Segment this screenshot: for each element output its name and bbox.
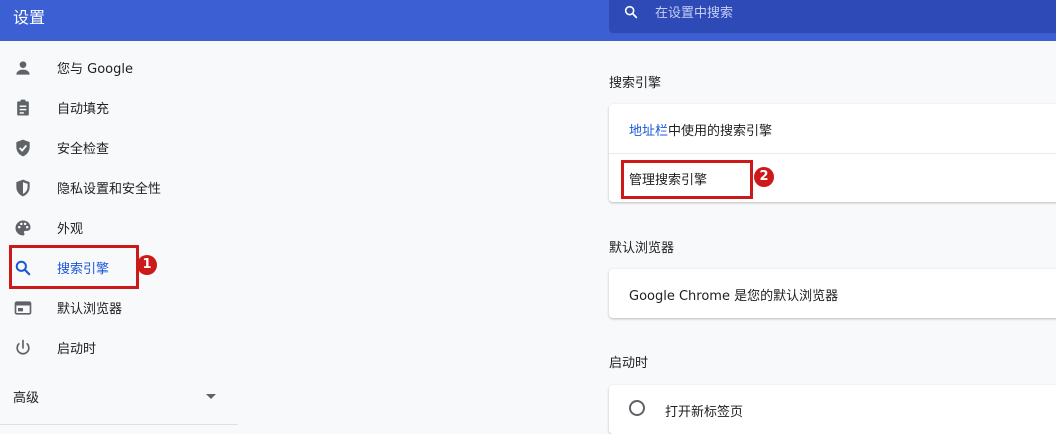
section-title-on-startup: 启动时 — [609, 356, 649, 371]
page-title: 设置 — [13, 8, 46, 27]
power-icon — [16, 339, 30, 355]
shield-check-icon — [16, 139, 30, 157]
address-bar-search-engine-row: 地址栏中使用的搜索引擎 — [609, 104, 1056, 153]
sidebar-item-appearance[interactable]: 外观 — [0, 208, 240, 248]
step-badge-2: 2 — [754, 167, 774, 187]
highlight-box-search-engine — [9, 245, 139, 289]
section-title-default-browser: 默认浏览器 — [609, 241, 675, 256]
advanced-label: 高级 — [13, 391, 40, 406]
sidebar: 您与 Google 自动填充 安全检查 隐私设置和安全性 外观 搜索引擎 默认浏… — [0, 41, 240, 426]
sidebar-item-label: 默认浏览器 — [57, 302, 123, 317]
search-input[interactable] — [655, 0, 1035, 26]
browser-window-icon — [14, 301, 32, 315]
sidebar-item-on-startup[interactable]: 启动时 — [0, 328, 240, 368]
address-bar-suffix: 中使用的搜索引擎 — [668, 124, 773, 139]
highlight-box-manage-search-engines — [621, 160, 753, 199]
sidebar-item-you-and-google[interactable]: 您与 Google — [0, 48, 240, 88]
advanced-toggle[interactable]: 高级 — [0, 377, 240, 417]
sidebar-item-default-browser[interactable]: 默认浏览器 — [0, 288, 240, 328]
sidebar-item-label: 您与 Google — [57, 62, 133, 77]
startup-option-new-tab[interactable]: 打开新标签页 — [609, 385, 1056, 434]
sidebar-item-autofill[interactable]: 自动填充 — [0, 88, 240, 128]
card-default-browser: Google Chrome 是您的默认浏览器 — [609, 269, 1056, 318]
sidebar-item-safety-check[interactable]: 安全检查 — [0, 128, 240, 168]
chevron-down-icon — [206, 394, 216, 399]
app-header: 设置 — [0, 0, 1056, 41]
card-on-startup: 打开新标签页 — [609, 385, 1056, 434]
person-icon — [16, 61, 30, 75]
palette-icon — [15, 220, 31, 236]
sidebar-item-label: 安全检查 — [57, 142, 110, 157]
default-browser-row: Google Chrome 是您的默认浏览器 — [609, 269, 1056, 318]
sidebar-item-label: 隐私设置和安全性 — [57, 182, 162, 197]
section-title-search-engine: 搜索引擎 — [609, 76, 662, 91]
radio-button[interactable] — [629, 400, 645, 416]
sidebar-item-privacy[interactable]: 隐私设置和安全性 — [0, 168, 240, 208]
default-browser-status: Google Chrome 是您的默认浏览器 — [629, 289, 839, 304]
startup-option-label: 打开新标签页 — [665, 405, 744, 420]
clipboard-icon — [17, 99, 29, 116]
search-icon — [624, 5, 638, 19]
step-badge-1: 1 — [137, 255, 157, 275]
sidebar-item-label: 自动填充 — [57, 102, 110, 117]
search-bar[interactable] — [609, 0, 1056, 33]
sidebar-divider — [0, 424, 238, 425]
shield-half-icon — [16, 179, 30, 197]
sidebar-item-label: 启动时 — [57, 342, 97, 357]
sidebar-item-label: 外观 — [57, 222, 84, 237]
address-bar-link[interactable]: 地址栏 — [629, 124, 668, 139]
